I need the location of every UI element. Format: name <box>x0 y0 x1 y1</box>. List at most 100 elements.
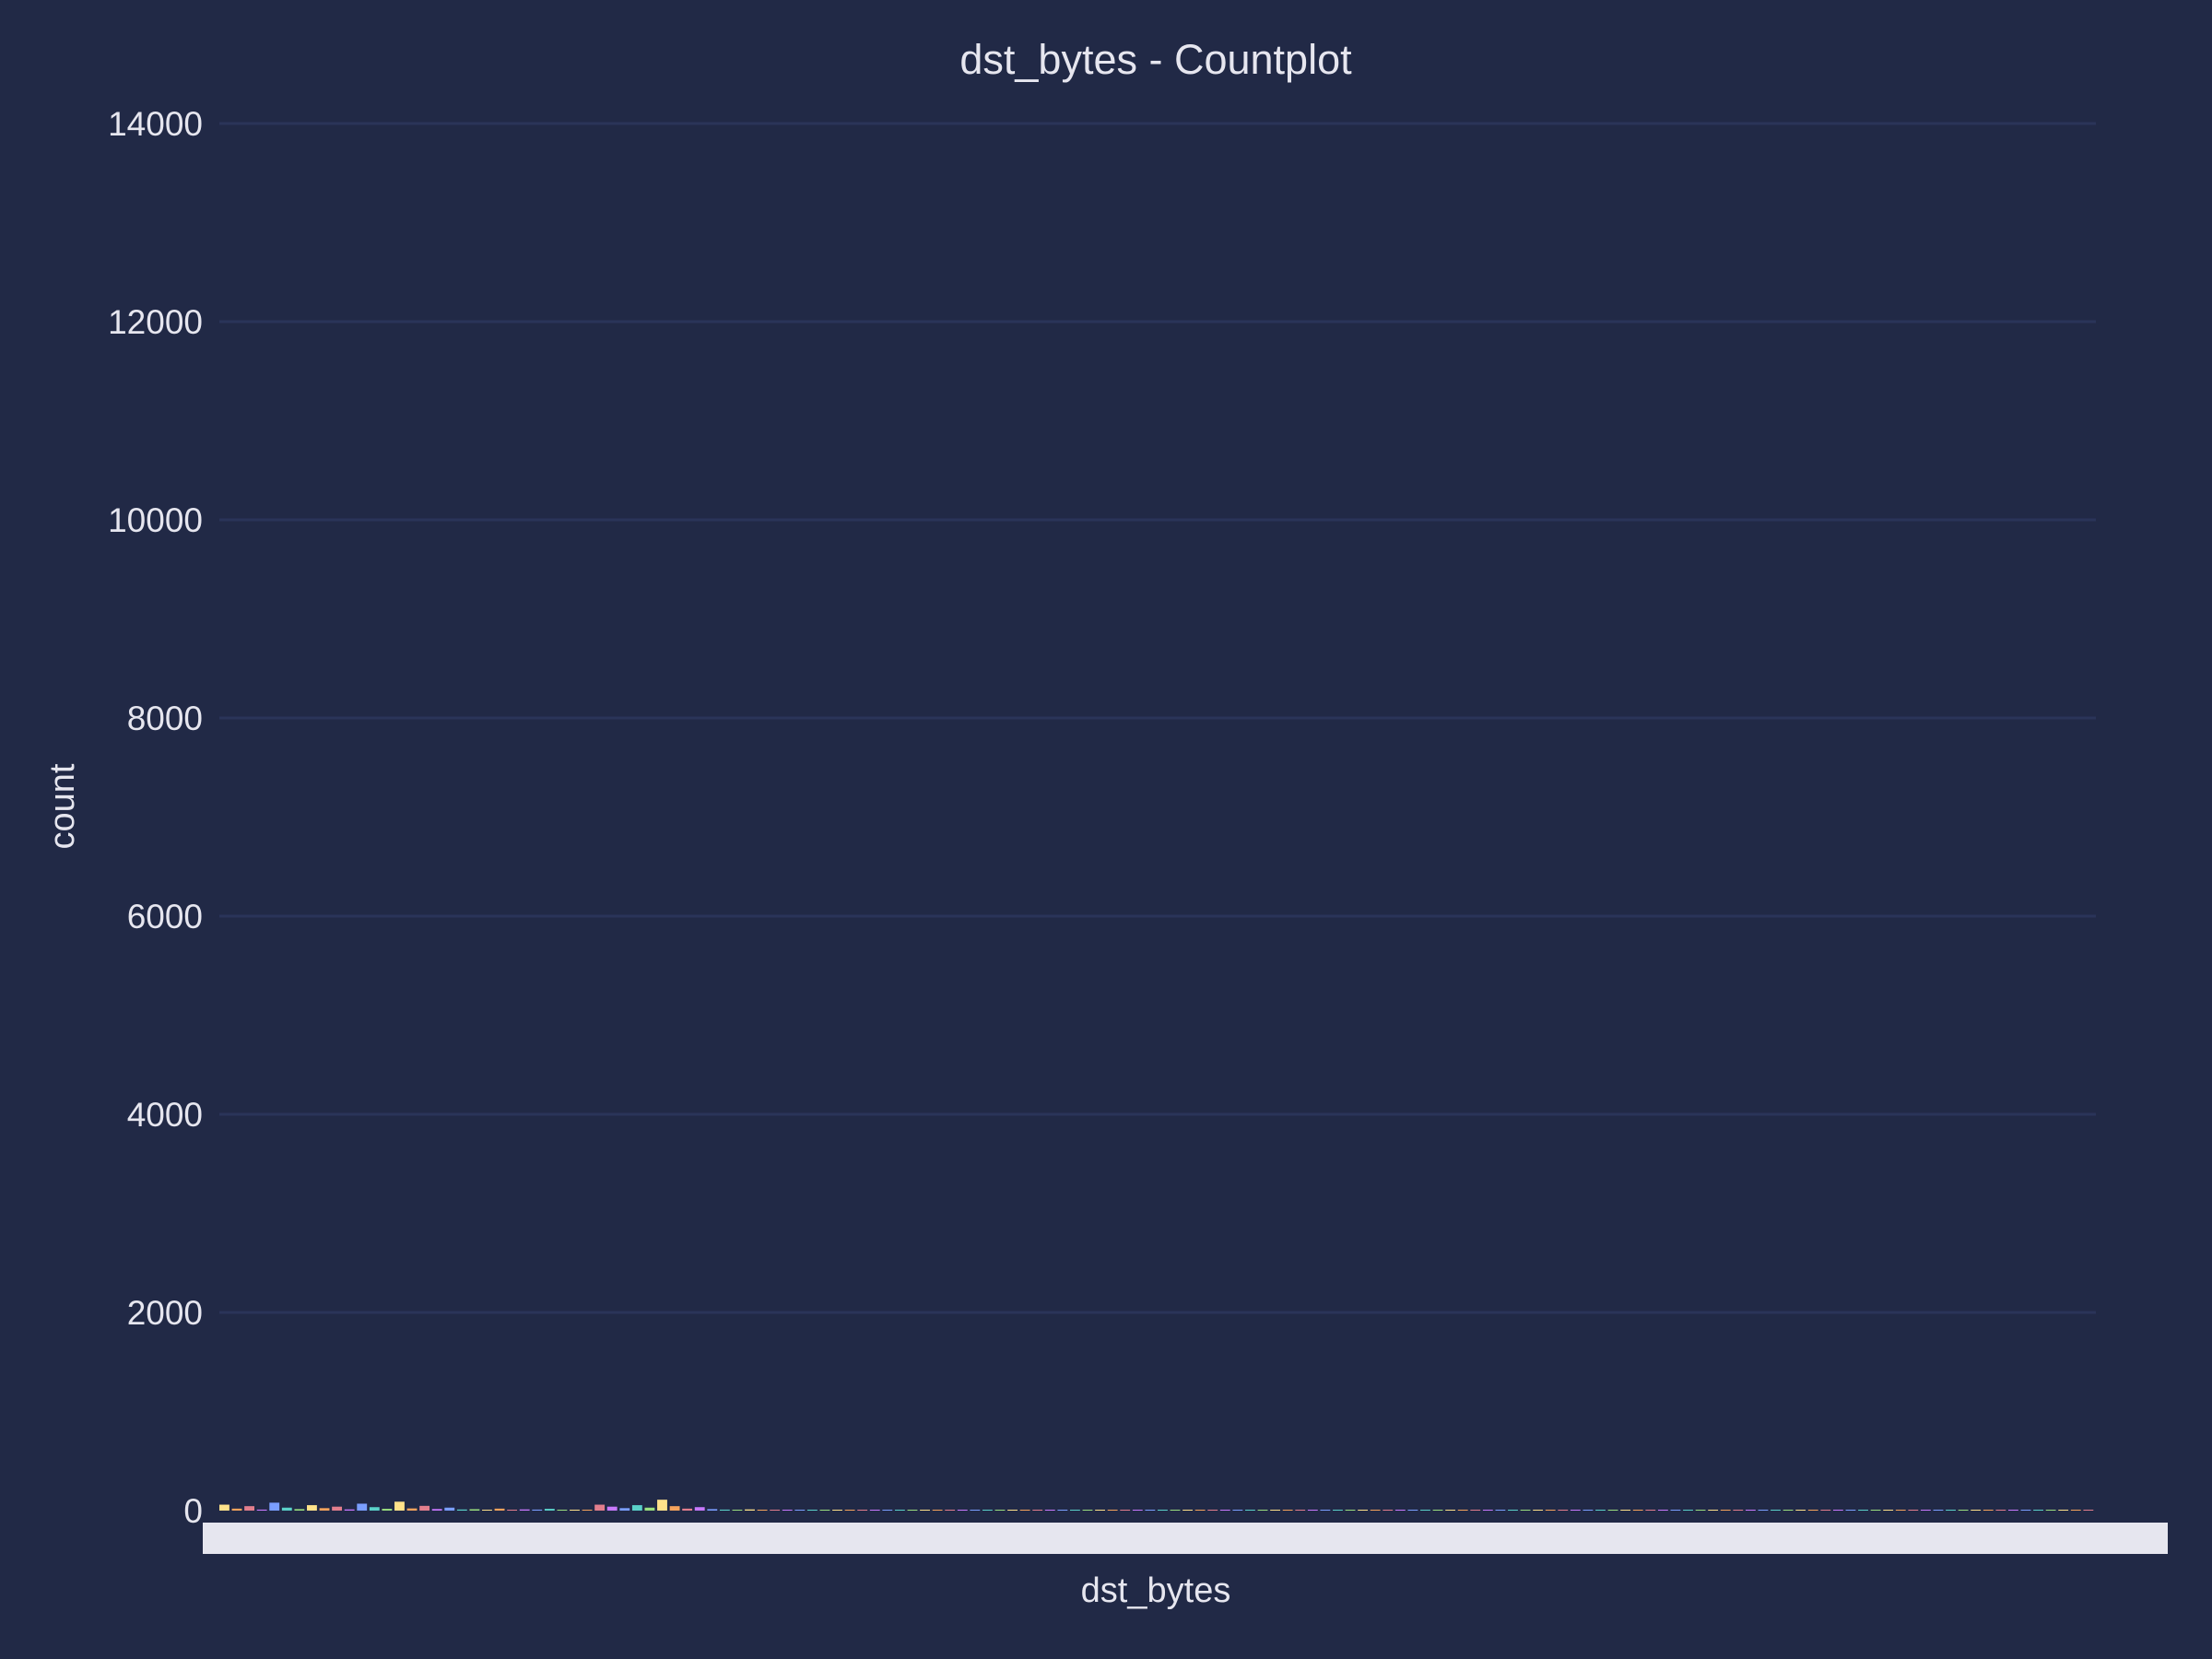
y-tick-label: 12000 <box>108 303 203 341</box>
bar <box>307 1505 317 1511</box>
bar <box>745 1509 755 1511</box>
bar <box>920 1510 930 1511</box>
bar <box>557 1510 568 1511</box>
bar <box>1657 1510 1668 1511</box>
bar <box>1194 1510 1206 1511</box>
bar <box>594 1504 606 1511</box>
bar <box>732 1510 743 1511</box>
bar <box>1645 1510 1656 1511</box>
bar <box>694 1507 705 1511</box>
y-tick-label: 6000 <box>127 898 203 935</box>
bar <box>1295 1510 1306 1511</box>
bar <box>1345 1510 1356 1511</box>
bar <box>419 1505 430 1511</box>
bar <box>1971 1510 1982 1511</box>
bar <box>1044 1510 1055 1511</box>
bar <box>707 1509 718 1511</box>
bar <box>507 1510 518 1511</box>
bar <box>1219 1510 1230 1511</box>
countplot-chart: dst_bytes - Countplot 0 2000 4000 6000 8000 1… <box>43 36 2168 1610</box>
bar <box>619 1508 630 1511</box>
bar <box>1908 1510 1919 1511</box>
bar <box>1708 1510 1719 1511</box>
bar <box>1733 1510 1744 1511</box>
bar <box>519 1509 530 1511</box>
bar <box>1095 1510 1105 1511</box>
bar <box>1695 1510 1706 1511</box>
bar <box>444 1507 455 1511</box>
bar <box>344 1509 355 1511</box>
bar <box>1758 1510 1769 1511</box>
bar <box>570 1510 580 1511</box>
bar <box>819 1510 830 1511</box>
bar <box>794 1510 806 1511</box>
bar <box>1257 1510 1268 1511</box>
bar <box>894 1510 905 1511</box>
bar <box>281 1507 292 1511</box>
bar <box>1533 1510 1544 1511</box>
bar <box>606 1506 618 1511</box>
bar <box>394 1501 405 1511</box>
bar <box>1607 1510 1618 1511</box>
bar <box>494 1508 505 1511</box>
bar <box>1282 1510 1293 1511</box>
bar <box>1470 1510 1481 1511</box>
bar <box>1583 1510 1594 1511</box>
bar <box>857 1510 868 1511</box>
bar <box>1445 1510 1456 1511</box>
bar <box>1333 1510 1343 1511</box>
bar <box>907 1510 918 1511</box>
bar <box>1545 1510 1556 1511</box>
bar <box>1845 1510 1856 1511</box>
bar <box>1320 1510 1331 1511</box>
bar <box>1145 1510 1156 1511</box>
bar <box>2033 1510 2043 1511</box>
bar <box>1595 1510 1606 1511</box>
bar <box>1795 1510 1806 1511</box>
bar <box>357 1503 368 1511</box>
bar <box>1207 1510 1218 1511</box>
bar <box>1683 1510 1693 1511</box>
bar <box>382 1509 393 1511</box>
bar <box>1520 1510 1531 1511</box>
x-axis-label: dst_bytes <box>1081 1571 1231 1610</box>
bar <box>757 1510 768 1511</box>
bar <box>1720 1510 1731 1511</box>
bar <box>406 1508 418 1511</box>
bar <box>1307 1510 1318 1511</box>
bar <box>1482 1510 1493 1511</box>
bar <box>970 1510 981 1511</box>
bar <box>1558 1510 1569 1511</box>
bar <box>1883 1510 1894 1511</box>
bar <box>269 1502 280 1511</box>
bar <box>832 1510 842 1511</box>
y-tick-label: 8000 <box>127 700 203 737</box>
bar <box>1432 1510 1443 1511</box>
bar <box>482 1510 492 1511</box>
bar <box>957 1510 968 1511</box>
bar <box>1946 1510 1956 1511</box>
bar <box>982 1510 993 1511</box>
bar <box>657 1500 667 1511</box>
y-tick-label: 14000 <box>108 105 203 143</box>
bar <box>2083 1510 2094 1511</box>
bar <box>1120 1510 1131 1511</box>
bar <box>932 1510 943 1511</box>
bar <box>882 1510 893 1511</box>
bar <box>532 1509 543 1511</box>
y-tick-label: 2000 <box>127 1294 203 1332</box>
bar <box>456 1509 467 1511</box>
bar <box>1820 1510 1831 1511</box>
bar <box>1232 1510 1243 1511</box>
bar <box>582 1510 593 1511</box>
bar <box>682 1508 693 1511</box>
bar <box>1920 1510 1931 1511</box>
bar <box>1370 1510 1381 1511</box>
bar <box>219 1504 229 1511</box>
bar <box>1082 1510 1093 1511</box>
bar <box>1570 1510 1581 1511</box>
bar <box>256 1509 267 1511</box>
bar <box>544 1509 555 1511</box>
bar <box>631 1505 642 1511</box>
bar <box>431 1509 442 1511</box>
